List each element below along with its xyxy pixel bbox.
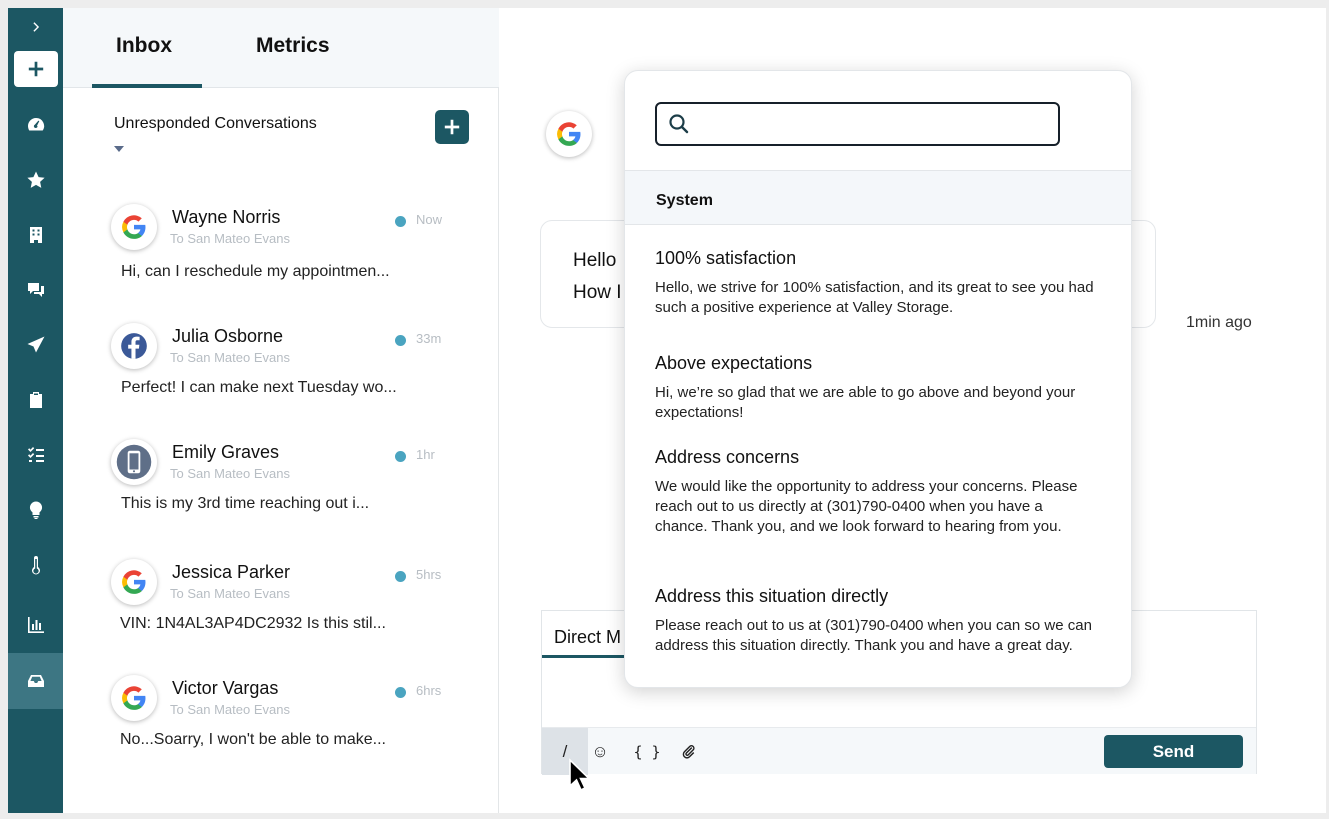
- unread-dot: [395, 687, 406, 698]
- lightbulb-icon: [29, 501, 42, 519]
- conversation-list-pane: Inbox Metrics Unresponded Conversations …: [63, 8, 499, 813]
- timestamp: 1hr: [416, 447, 435, 462]
- add-conversation-button[interactable]: [435, 110, 469, 144]
- sidebar-item-insights[interactable]: [8, 483, 63, 537]
- template-title: 100% satisfaction: [655, 248, 797, 268]
- unread-dot: [395, 451, 406, 462]
- template-item[interactable]: 100% satisfaction Hello, we strive for 1…: [655, 248, 1095, 318]
- template-item[interactable]: Address this situation directly Please r…: [655, 586, 1095, 656]
- star-icon: [26, 171, 45, 188]
- sidebar-item-dashboard[interactable]: [8, 98, 63, 152]
- active-tab-indicator: [92, 84, 202, 88]
- recipient-label: To San Mateo Evans: [170, 231, 290, 246]
- section-title: System: [656, 192, 713, 209]
- timestamp: Now: [416, 212, 443, 227]
- recipient-label: To San Mateo Evans: [170, 586, 290, 601]
- sidebar-item-messages[interactable]: [8, 263, 63, 317]
- sidebar-item-health[interactable]: [8, 538, 63, 592]
- message-preview: This is my 3rd time reaching out i...: [121, 495, 370, 512]
- message-preview: VIN: 1N4AL3AP4DC2932 Is this stil...: [120, 615, 386, 632]
- send-button[interactable]: Send: [1104, 735, 1243, 768]
- template-body: Hello, we strive for 100% satisfaction, …: [655, 279, 1094, 316]
- message-preview: No...Soarry, I won't be able to make...: [120, 731, 386, 748]
- recipient-label: To San Mateo Evans: [170, 350, 290, 365]
- plus-icon: [28, 61, 44, 77]
- conversation-item[interactable]: Wayne Norris To San Mateo Evans Now Hi, …: [63, 204, 499, 320]
- sidebar-item-tasks[interactable]: [8, 428, 63, 482]
- mouse-cursor-icon: [569, 758, 591, 792]
- sidebar-item-locations[interactable]: [8, 208, 63, 262]
- compose-button[interactable]: [14, 51, 58, 87]
- unread-dot: [395, 216, 406, 227]
- tab-inbox[interactable]: Inbox: [116, 34, 172, 58]
- message-timestamp: 1min ago: [1186, 314, 1252, 331]
- message-preview: Hi, can I reschedule my appointmen...: [121, 263, 390, 280]
- message-preview: Perfect! I can make next Tuesday wo...: [121, 379, 397, 396]
- sidebar-item-inbox[interactable]: [8, 653, 63, 709]
- clipboard-icon: [29, 392, 42, 408]
- template-search-input[interactable]: [701, 110, 1051, 138]
- conversation-item[interactable]: Emily Graves To San Mateo Evans 1hr This…: [63, 439, 499, 555]
- contact-name: Victor Vargas: [172, 678, 279, 698]
- unread-dot: [395, 335, 406, 346]
- checklist-icon: [27, 447, 44, 462]
- contact-name: Emily Graves: [172, 442, 280, 462]
- facebook-icon: [111, 323, 157, 369]
- timestamp: 6hrs: [416, 683, 442, 698]
- unread-dot: [395, 571, 406, 582]
- google-icon: [111, 204, 157, 250]
- recipient-label: To San Mateo Evans: [170, 702, 290, 717]
- sidebar-item-reports[interactable]: [8, 598, 63, 652]
- sidebar-item-campaigns[interactable]: [8, 318, 63, 372]
- google-icon: [546, 111, 592, 157]
- building-icon: [29, 227, 42, 243]
- conversation-item[interactable]: Jessica Parker To San Mateo Evans 5hrs V…: [63, 559, 499, 675]
- phone-icon: [111, 439, 157, 485]
- inbox-icon: [27, 675, 44, 687]
- thermometer-icon: [31, 556, 40, 575]
- sidebar-rail: [8, 8, 63, 813]
- template-item[interactable]: Above expectations Hi, we’re so glad tha…: [655, 353, 1095, 423]
- chevron-down-icon[interactable]: [114, 146, 124, 152]
- template-title: Address this situation directly: [655, 586, 889, 606]
- template-item[interactable]: Address concerns We would like the oppor…: [655, 447, 1095, 537]
- templates-dropdown: System 100% satisfaction Hello, we striv…: [624, 70, 1132, 688]
- google-icon: [111, 675, 157, 721]
- google-icon: [111, 559, 157, 605]
- recipient-label: To San Mateo Evans: [170, 466, 290, 481]
- dashboard-icon: [27, 117, 44, 131]
- template-section-header: System: [625, 170, 1131, 225]
- plus-icon: [444, 119, 460, 135]
- template-body: We would like the opportunity to address…: [655, 478, 1078, 535]
- template-search-box[interactable]: [655, 102, 1060, 146]
- conversation-item[interactable]: Victor Vargas To San Mateo Evans 6hrs No…: [63, 675, 499, 791]
- sidebar-item-reviews[interactable]: [8, 153, 63, 207]
- conversation-filter-dropdown[interactable]: Unresponded Conversations: [114, 115, 317, 133]
- variables-icon[interactable]: { }: [630, 728, 664, 775]
- template-body: Hi, we’re so glad that we are able to go…: [655, 384, 1076, 421]
- tab-metrics[interactable]: Metrics: [256, 34, 330, 58]
- conversation-item[interactable]: Julia Osborne To San Mateo Evans 33m Per…: [63, 323, 499, 439]
- timestamp: 5hrs: [416, 567, 442, 582]
- composer-toolbar: / ☺ { } Send: [542, 727, 1256, 775]
- template-title: Address concerns: [655, 447, 800, 467]
- expand-sidebar-button[interactable]: [8, 8, 63, 46]
- timestamp: 33m: [416, 331, 442, 346]
- chevron-right-icon: [32, 22, 39, 32]
- template-body: Please reach out to us at (301)790-0400 …: [655, 617, 1092, 654]
- contact-name: Wayne Norris: [172, 207, 281, 227]
- tab-bar: Inbox Metrics: [63, 8, 499, 88]
- sidebar-item-surveys[interactable]: [8, 373, 63, 427]
- bar-chart-icon: [27, 617, 44, 633]
- template-title: Above expectations: [655, 353, 813, 373]
- contact-name: Julia Osborne: [172, 326, 284, 346]
- search-icon: [669, 114, 689, 134]
- chat-icon: [27, 283, 44, 297]
- attachment-icon[interactable]: [676, 728, 702, 775]
- contact-name: Jessica Parker: [172, 562, 291, 582]
- tab-direct-message[interactable]: Direct M: [554, 627, 621, 648]
- app-window: Inbox Metrics Unresponded Conversations …: [8, 8, 1326, 813]
- send-icon: [27, 336, 44, 353]
